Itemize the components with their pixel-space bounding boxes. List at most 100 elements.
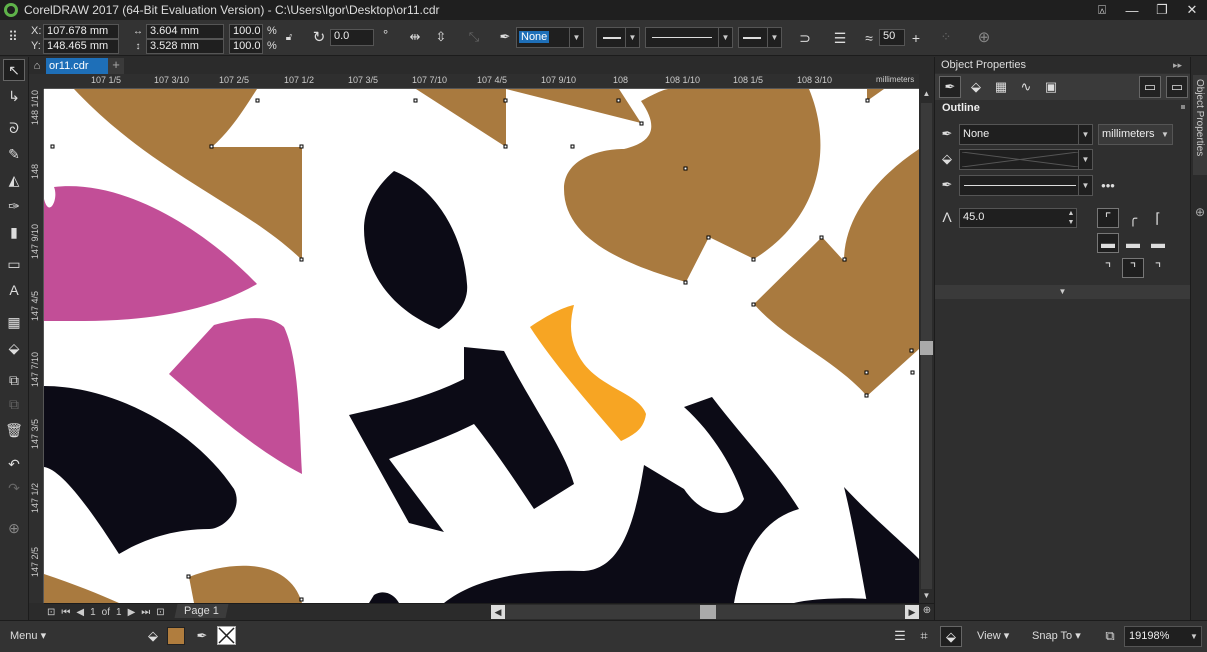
add-icon[interactable]: ⊕ — [975, 28, 993, 46]
scroll-thumb[interactable] — [920, 341, 933, 355]
outline-tab-icon[interactable]: ✒ — [939, 76, 961, 98]
square-cap-icon[interactable]: ▬ — [1147, 233, 1169, 253]
text-tool-icon[interactable]: A — [3, 279, 25, 301]
x-position-field[interactable]: 107.678 mm — [43, 24, 119, 39]
center-position-icon[interactable]: ⌝ — [1122, 258, 1144, 278]
crop-icon[interactable]: ⌗ — [915, 627, 933, 645]
smoothing-add-icon[interactable]: + — [907, 29, 925, 47]
first-page-icon[interactable]: ⏮ — [61, 607, 70, 618]
horizontal-ruler[interactable]: 107 1/5 107 3/10 107 2/5 107 1/2 107 3/5… — [44, 74, 919, 89]
outline-none-swatch[interactable] — [217, 626, 236, 645]
units-dropdown[interactable]: millimeters ▼ — [1098, 124, 1173, 145]
view-menu[interactable]: View ▾ — [977, 629, 1009, 642]
outline-color-picker[interactable]: ▼ — [959, 149, 1093, 170]
transparency-tab-icon[interactable]: ▦ — [990, 76, 1012, 98]
outline-color-dropdown[interactable]: None ▼ — [516, 27, 584, 48]
shape-tool-icon[interactable]: ↳ — [3, 85, 25, 107]
new-tab-button[interactable]: + — [108, 58, 124, 74]
outside-position-icon[interactable]: ⌝ — [1097, 258, 1119, 278]
scroll-right-icon[interactable]: ▶ — [905, 605, 919, 619]
pen-tool-icon[interactable]: ✑ — [3, 195, 25, 217]
scroll-up-icon[interactable]: ▲ — [922, 89, 931, 101]
scale-width-field[interactable]: 100.0 — [229, 24, 263, 39]
artistic-media-icon[interactable]: ◭ — [3, 169, 25, 191]
add-page-icon[interactable]: ⊡ — [47, 607, 55, 618]
maximize-button[interactable]: ❐ — [1147, 0, 1177, 20]
copy-icon[interactable]: ⧉ — [3, 369, 25, 391]
pick-tool-icon[interactable]: ↖ — [3, 59, 25, 81]
butt-cap-icon[interactable]: ▬ — [1097, 233, 1119, 253]
tab-object-properties[interactable]: Object Properties — [1193, 75, 1207, 175]
add-page-after-icon[interactable]: ⊡ — [156, 607, 164, 618]
help-icon[interactable]: ⍓ — [1087, 0, 1117, 20]
curve-tab-icon[interactable]: ∿ — [1015, 76, 1037, 98]
prev-page-icon[interactable]: ◀ — [76, 607, 84, 618]
bitmap-tab-icon[interactable]: ▣ — [1040, 76, 1062, 98]
add-docker-icon[interactable]: ⊕ — [1193, 205, 1207, 219]
height-field[interactable]: 3.528 mm — [146, 39, 224, 54]
pattern-tool-icon[interactable]: ▦ — [3, 311, 25, 333]
fill-tab-icon[interactable]: ⬙ — [965, 76, 987, 98]
undo-icon[interactable]: ↶ — [3, 453, 25, 475]
vertical-ruler[interactable]: 148 1/10 148 147 9/10 147 4/5 147 7/10 1… — [29, 89, 44, 603]
close-curve-icon[interactable]: ⊃ — [794, 27, 816, 49]
scroll-left-icon[interactable]: ◀ — [491, 605, 505, 619]
miter-limit-field[interactable]: 45.0 — [959, 208, 1077, 228]
fill-tool-icon[interactable]: ⬙ — [3, 337, 25, 359]
mirror-horizontal-icon[interactable]: ⇹ — [406, 28, 424, 46]
y-position-field[interactable]: 148.465 mm — [43, 39, 119, 54]
artwork[interactable] — [44, 89, 919, 603]
zoom-level-dropdown[interactable]: 19198% ▼ — [1124, 626, 1202, 647]
next-page-icon[interactable]: ▶ — [128, 607, 136, 618]
last-page-icon[interactable]: ⏭ — [141, 607, 150, 618]
freehand-tool-icon[interactable]: ✎ — [3, 143, 25, 165]
fill-picker-icon[interactable]: ⬙ — [940, 626, 962, 647]
round-corner-icon[interactable]: ╭ — [1122, 208, 1144, 228]
line-style-dropdown[interactable]: ▼ — [645, 27, 733, 48]
expand-section-icon[interactable]: ▼ — [935, 285, 1190, 299]
outline-style-dropdown[interactable]: ▼ — [959, 175, 1093, 196]
miter-corner-icon[interactable]: ⌜ — [1097, 208, 1119, 228]
more-options-icon[interactable]: ••• — [1099, 175, 1117, 195]
scroll-down-icon[interactable]: ▼ — [922, 591, 931, 603]
round-cap-icon[interactable]: ▬ — [1122, 233, 1144, 253]
rectangle-tool-icon[interactable]: ▭ — [3, 253, 25, 275]
crop-tool-icon[interactable]: ᘐ — [3, 117, 25, 139]
fill-color-swatch[interactable] — [167, 627, 185, 645]
fill-tool-icon[interactable]: ⬙ — [144, 627, 162, 645]
bevel-corner-icon[interactable]: ⌈ — [1147, 208, 1169, 228]
rotation-angle-field[interactable]: 0.0 — [330, 29, 374, 46]
menu-button[interactable]: Menu ▾ — [10, 629, 46, 642]
frame-alt-icon[interactable]: ▭ — [1166, 76, 1188, 98]
scroll-thumb-horizontal[interactable] — [700, 605, 716, 619]
zoom-page-icon[interactable]: ⧉ — [1101, 627, 1119, 645]
align-icon[interactable]: ☰ — [891, 627, 909, 645]
mirror-vertical-icon[interactable]: ⇳ — [432, 28, 450, 46]
text-wrap-icon[interactable]: ☰ — [829, 27, 851, 49]
docker-collapse-icon[interactable]: ▸▸ — [1173, 57, 1189, 73]
inside-position-icon[interactable]: ⌝ — [1147, 258, 1169, 278]
width-field[interactable]: 3.604 mm — [146, 24, 224, 39]
add-tool-icon[interactable]: ⊕ — [3, 517, 25, 539]
page-tab[interactable]: Page 1 — [174, 604, 229, 618]
miter-limit-spinner[interactable]: ▲ ▼ — [1066, 209, 1076, 227]
eraser-tool-icon[interactable]: ▮ — [3, 221, 25, 243]
outline-pen-icon[interactable]: ✒ — [193, 627, 211, 645]
scale-height-field[interactable]: 100.0 — [229, 39, 263, 54]
zoom-navigator-icon[interactable]: ⊕ — [920, 605, 934, 619]
frame-icon[interactable]: ▭ — [1139, 76, 1161, 98]
close-button[interactable]: ✕ — [1177, 0, 1207, 20]
drawing-canvas[interactable] — [44, 89, 919, 603]
snap-to-menu[interactable]: Snap To ▾ — [1032, 629, 1081, 642]
ruler-corner[interactable] — [29, 74, 44, 89]
lock-ratio-icon[interactable]: 🔓︎ — [283, 30, 295, 44]
end-arrow-dropdown[interactable]: ▼ — [738, 27, 782, 48]
reference-point-icon[interactable]: ⠿ — [4, 28, 22, 46]
minimize-button[interactable]: — — [1117, 0, 1147, 20]
smoothing-field[interactable]: 50 — [879, 29, 905, 46]
outline-width-dropdown[interactable]: None ▼ — [959, 124, 1093, 145]
delete-icon[interactable]: 🗑︎ — [3, 419, 25, 441]
outline-pen-icon[interactable]: ✒ — [496, 28, 514, 46]
vertical-scrollbar[interactable]: ▲ ▼ — [919, 89, 934, 603]
start-arrow-dropdown[interactable]: ▼ — [596, 27, 640, 48]
